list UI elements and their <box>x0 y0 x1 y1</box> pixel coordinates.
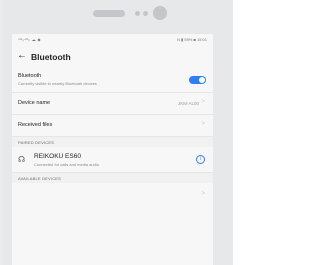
info-icon[interactable]: i <box>196 155 205 164</box>
speaker-grille <box>93 10 125 17</box>
paired-device-name: REIKOKU ES60 <box>34 153 81 160</box>
status-bar: ⁴ᴳᵢₗ⁴ᴳᵢₗ ☁ ◆ N ▮ 59% ■ 15:01 <box>12 34 213 46</box>
sensor-dot <box>143 11 148 16</box>
received-files-row[interactable]: Received files > <box>12 115 213 137</box>
front-camera <box>153 6 167 20</box>
available-device-row[interactable]: > <box>12 184 213 205</box>
bluetooth-toggle-row[interactable]: Bluetooth Currently visible to nearby Bl… <box>12 70 213 93</box>
screen: ⁴ᴳᵢₗ⁴ᴳᵢₗ ☁ ◆ N ▮ 59% ■ 15:01 ← Bluetooth… <box>12 34 213 265</box>
arrow-left-icon[interactable]: ← <box>17 50 27 61</box>
app-header: ← Bluetooth <box>12 48 213 68</box>
device-name-row[interactable]: Device name JKM-AL00 > <box>12 93 213 115</box>
status-left: ⁴ᴳᵢₗ⁴ᴳᵢₗ ☁ ◆ <box>18 37 41 42</box>
page-title: Bluetooth <box>31 52 71 62</box>
phone-frame: ⁴ᴳᵢₗ⁴ᴳᵢₗ ☁ ◆ N ▮ 59% ■ 15:01 ← Bluetooth… <box>0 0 233 265</box>
bluetooth-toggle[interactable] <box>189 76 206 84</box>
device-name-label: Device name <box>18 100 51 106</box>
device-name-value: JKM-AL00 <box>177 101 199 106</box>
chevron-right-icon: > <box>201 99 205 105</box>
bluetooth-sublabel: Currently visible to nearby Bluetooth de… <box>18 81 97 86</box>
paired-device-row[interactable]: ☊ REIKOKU ES60 Connected for calls and m… <box>12 148 213 173</box>
received-files-label: Received files <box>18 122 53 128</box>
available-devices-section: AVAILABLE DEVICES <box>12 173 213 183</box>
paired-device-status: Connected for calls and media audio <box>34 162 99 167</box>
paired-devices-title: PAIRED DEVICES <box>18 140 55 145</box>
available-devices-title: AVAILABLE DEVICES <box>18 176 62 181</box>
chevron-right-icon: > <box>201 191 205 197</box>
sensor-dot <box>135 11 140 16</box>
bluetooth-label: Bluetooth <box>18 73 42 79</box>
headphones-icon: ☊ <box>18 155 26 164</box>
toggle-knob <box>199 77 205 83</box>
status-right: N ▮ 59% ■ 15:01 <box>177 37 207 42</box>
paired-devices-section: PAIRED DEVICES <box>12 137 213 147</box>
chevron-right-icon: > <box>201 121 205 127</box>
